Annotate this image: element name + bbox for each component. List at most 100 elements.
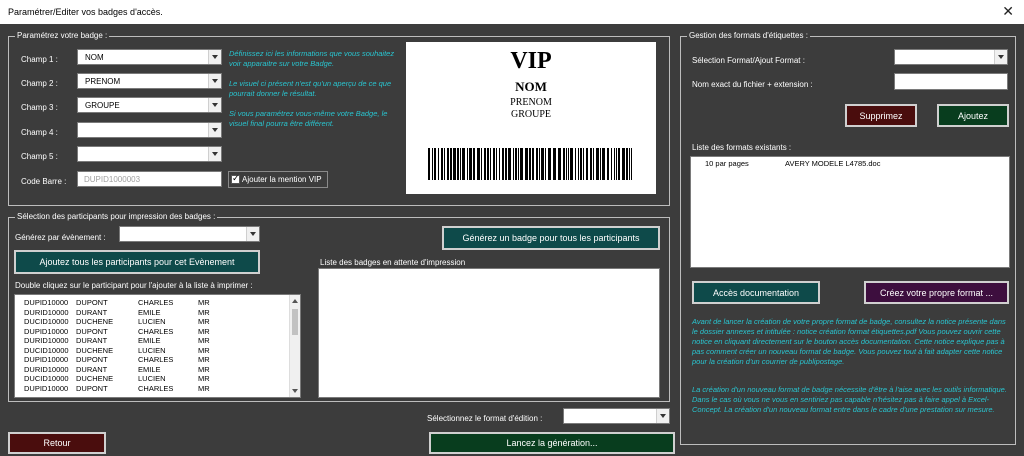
participant-row[interactable]: DUCID10000 DUCHENE LUCIEN MR	[24, 346, 228, 356]
participant-cell: EMILE	[138, 307, 161, 317]
create-format-button[interactable]: Créez votre propre format ...	[864, 281, 1009, 304]
participant-cell: DURANT	[76, 307, 108, 317]
return-button[interactable]: Retour	[8, 432, 106, 454]
barcode-bar	[457, 148, 459, 180]
formats-list-label: Liste des formats existants :	[692, 143, 792, 152]
participant-row[interactable]: DUPID10000 DUPONT CHARLES MR	[24, 355, 228, 365]
participant-row[interactable]: DURID10000 DURANT EMILE MR	[24, 308, 228, 318]
barcode-bar	[575, 148, 576, 180]
participant-cell: DUCID10000	[24, 374, 69, 383]
participant-cell: DUCHENE	[76, 374, 114, 383]
participant-cell: EMILE	[138, 364, 161, 374]
participant-cell: DUPID10000	[24, 326, 69, 336]
participant-cell: LUCIEN	[138, 317, 166, 326]
generate-all-button[interactable]: Générez un badge pour tous les participa…	[442, 226, 660, 250]
barcode-field[interactable]: DUPID1000003	[77, 171, 222, 187]
chevron-down-icon[interactable]	[656, 409, 669, 423]
participant-row[interactable]: DUPID10000 DUPONT CHARLES MR	[24, 384, 228, 394]
barcode-bar	[515, 148, 517, 180]
participant-cell: MR	[198, 374, 210, 383]
formats-legend: Gestion des formats d'étiquettes :	[687, 31, 810, 40]
participant-cell: CHARLES	[138, 298, 174, 307]
participant-cell: DURANT	[76, 364, 108, 374]
window-title: Paramétrer/Editer vos badges d'accès.	[8, 7, 163, 17]
hint-1: Définissez ici les informations que vous…	[229, 49, 395, 68]
scroll-down-icon[interactable]	[292, 389, 298, 393]
barcode-bar	[502, 148, 504, 180]
barcode-bar	[558, 148, 561, 180]
delete-format-button[interactable]: Supprimez	[845, 104, 917, 127]
participant-row[interactable]: DUPID10000 DUPONT CHARLES MR	[24, 327, 228, 337]
barcode-bar	[467, 148, 468, 180]
barcode-bar	[629, 148, 630, 180]
participants-list[interactable]: DUPID10000 DUPONT CHARLES MR DURID10000 DURAN…	[14, 294, 301, 398]
champ-1-select[interactable]: NOM	[77, 49, 222, 65]
champ-2-label: Champ 2 :	[21, 79, 58, 88]
add-format-button[interactable]: Ajoutez	[937, 104, 1009, 127]
participant-cell: MR	[198, 298, 210, 307]
scroll-up-icon[interactable]	[292, 299, 298, 303]
add-all-participants-button[interactable]: Ajoutez tous les participants pour cet E…	[14, 250, 260, 274]
participant-cell: DUCHENE	[76, 317, 114, 326]
champ-3-select[interactable]: GROUPE	[77, 97, 222, 113]
chevron-down-icon[interactable]	[994, 50, 1007, 64]
launch-generation-button[interactable]: Lancez la génération...	[429, 432, 675, 454]
format-pages: 10 par pages	[705, 159, 749, 168]
barcode-bar	[513, 148, 514, 180]
barcode-bar	[536, 148, 538, 180]
chevron-down-icon[interactable]	[208, 147, 221, 161]
filename-field[interactable]	[894, 73, 1008, 90]
barcode-bar	[593, 148, 594, 180]
participant-cell: LUCIEN	[138, 345, 166, 355]
edition-format-select[interactable]	[563, 408, 670, 424]
documentation-button[interactable]: Accès documentation	[692, 281, 820, 304]
participant-cell: MR	[198, 355, 210, 364]
formats-list-row[interactable]: 10 par pages AVERY MODELE L4785.doc	[705, 159, 1005, 169]
barcode-bar	[520, 148, 523, 180]
barcode-bar	[590, 148, 592, 180]
barcode-image	[428, 148, 632, 180]
pending-badges-list[interactable]	[318, 268, 660, 398]
barcode-bar	[570, 148, 573, 180]
barcode-bar	[487, 148, 489, 180]
participant-row[interactable]: DUCID10000 DUCHENE LUCIEN MR	[24, 374, 228, 384]
champ-1-value: NOM	[85, 53, 104, 62]
barcode-bar	[525, 148, 528, 180]
participant-cell: DURANT	[76, 336, 108, 345]
champ-2-select[interactable]: PRENOM	[77, 73, 222, 89]
barcode-bar	[578, 148, 579, 180]
participant-row[interactable]: DURID10000 DURANT EMILE MR	[24, 365, 228, 375]
chevron-down-icon[interactable]	[208, 74, 221, 88]
barcode-bar	[583, 148, 584, 180]
barcode-bar	[586, 148, 588, 180]
chevron-down-icon[interactable]	[208, 123, 221, 137]
barcode-bar	[484, 148, 486, 180]
format-select[interactable]	[894, 49, 1008, 65]
barcode-bar	[460, 148, 461, 180]
barcode-bar	[618, 148, 620, 180]
chevron-down-icon[interactable]	[246, 227, 259, 241]
vip-checkbox-outline	[228, 171, 328, 188]
barcode-bar	[580, 148, 582, 180]
barcode-bar	[568, 148, 569, 180]
barcode-bar	[545, 148, 546, 180]
barcode-bar	[477, 148, 480, 180]
participant-row[interactable]: DURID10000 DURANT EMILE MR	[24, 336, 228, 346]
hint-3: Si vous paramétrez vous-même votre Badge…	[229, 109, 388, 128]
participant-cell: DURID10000	[24, 307, 69, 317]
chevron-down-icon[interactable]	[208, 98, 221, 112]
hint-2: Le visuel ci présent n'est qu'un aperçu …	[229, 79, 392, 98]
champ-4-select[interactable]	[77, 122, 222, 138]
barcode-bar	[532, 148, 534, 180]
formats-list[interactable]: 10 par pages AVERY MODELE L4785.doc	[690, 156, 1010, 268]
participant-row[interactable]: DUPID10000 DUPONT CHARLES MR	[24, 298, 228, 308]
chevron-down-icon[interactable]	[208, 50, 221, 64]
event-select[interactable]	[119, 226, 260, 242]
close-icon[interactable]: ✕	[1002, 3, 1014, 20]
participant-row[interactable]: DUCID10000 DUCHENE LUCIEN MR	[24, 317, 228, 327]
champ-5-select[interactable]	[77, 146, 222, 162]
participant-cell: MR	[198, 317, 210, 326]
participants-scrollbar[interactable]	[289, 295, 300, 397]
barcode-bar	[602, 148, 605, 180]
scroll-thumb[interactable]	[292, 309, 298, 335]
